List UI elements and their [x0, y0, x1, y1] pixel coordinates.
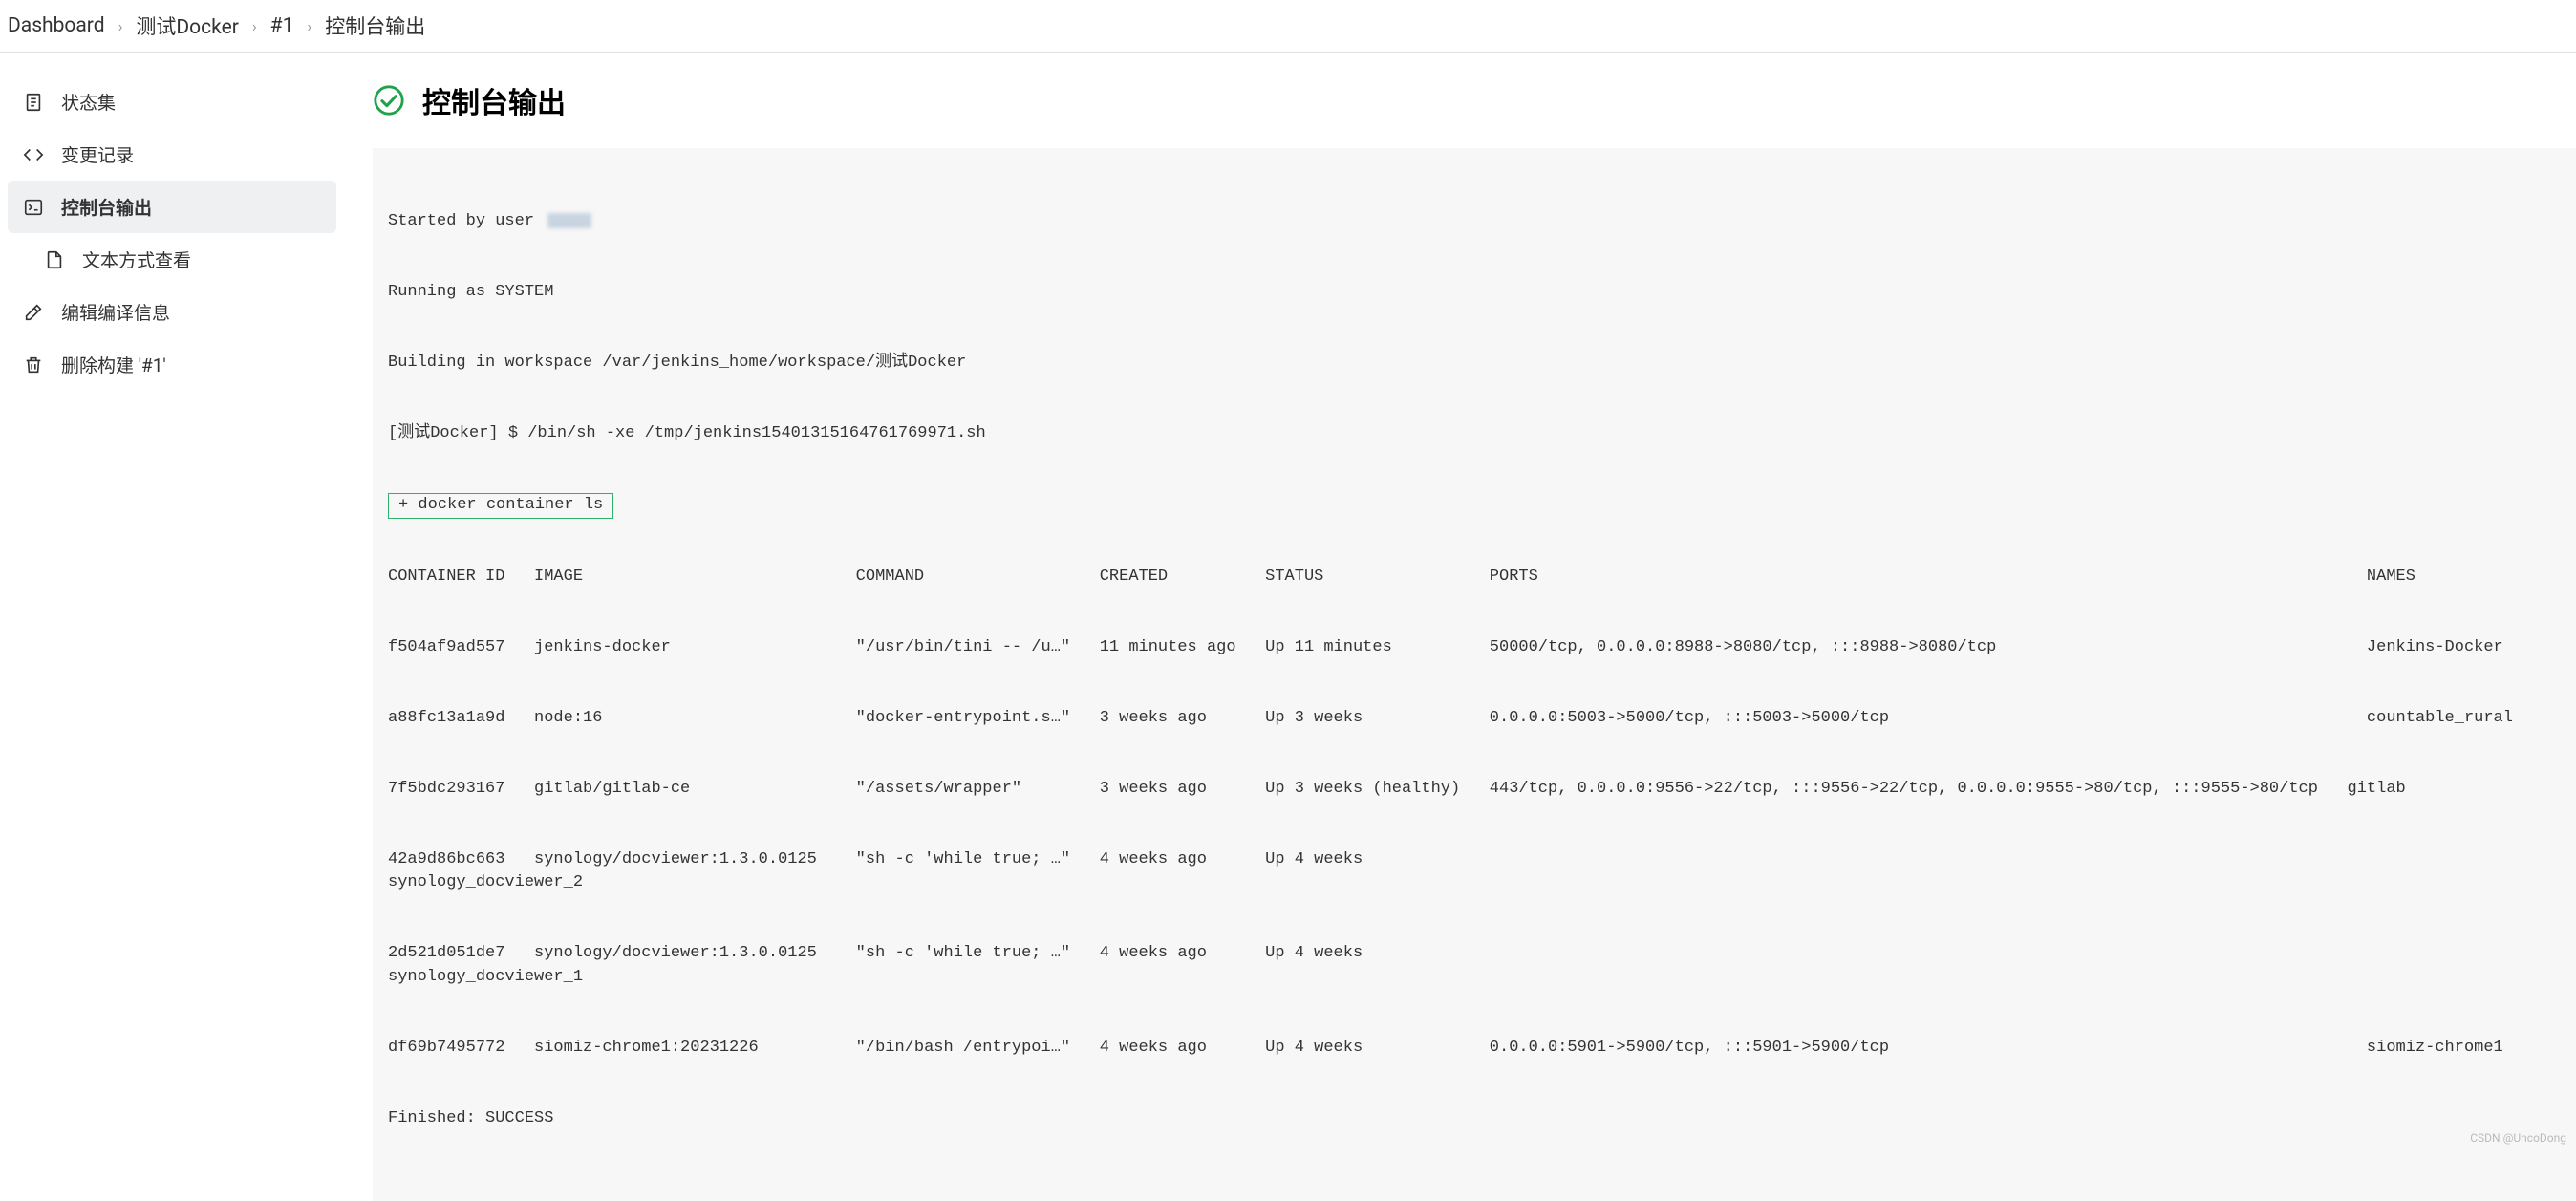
- console-line-container: a88fc13a1a9d node:16 "docker-entrypoint.…: [388, 707, 2561, 731]
- highlighted-command: + docker container ls: [388, 493, 613, 519]
- sidebar-item-changes[interactable]: 变更记录: [8, 128, 336, 181]
- console-line-started: Started by user: [388, 210, 2561, 234]
- trash-icon: [23, 354, 44, 375]
- sidebar-item-console[interactable]: 控制台输出: [8, 181, 336, 233]
- sidebar-item-label: 删除构建 '#1': [61, 352, 166, 377]
- terminal-icon: [23, 197, 44, 218]
- success-check-icon: [373, 84, 405, 117]
- console-output: Started by user Running as SYSTEM Buildi…: [373, 148, 2576, 1201]
- chevron-right-icon: ›: [307, 17, 311, 35]
- breadcrumb-dashboard[interactable]: Dashboard: [8, 14, 105, 37]
- console-line-header: CONTAINER ID IMAGE COMMAND CREATED STATU…: [388, 566, 2561, 590]
- console-line-finished: Finished: SUCCESS: [388, 1107, 2561, 1131]
- main-content: 控制台输出 Started by user Running as SYSTEM …: [344, 53, 2576, 1201]
- console-line: Running as SYSTEM: [388, 281, 2561, 305]
- console-line-container: 42a9d86bc663 synology/docviewer:1.3.0.01…: [388, 848, 2561, 895]
- chevron-right-icon: ›: [252, 17, 257, 35]
- document-icon: [23, 92, 44, 113]
- sidebar-item-status[interactable]: 状态集: [8, 75, 336, 128]
- breadcrumb: Dashboard › 测试Docker › #1 › 控制台输出: [0, 0, 2576, 53]
- console-line-command: + docker container ls: [388, 493, 2561, 519]
- breadcrumb-build[interactable]: #1: [270, 14, 294, 37]
- console-line: [测试Docker] $ /bin/sh -xe /tmp/jenkins154…: [388, 422, 2561, 446]
- page-title: 控制台输出: [422, 79, 566, 121]
- console-line-container: 2d521d051de7 synology/docviewer:1.3.0.01…: [388, 942, 2561, 989]
- sidebar: 状态集 变更记录 控制台输出 文本方式查看 编辑编译信息: [0, 53, 344, 1201]
- sidebar-item-edit-build-info[interactable]: 编辑编译信息: [8, 286, 336, 338]
- edit-icon: [23, 302, 44, 323]
- sidebar-item-label: 编辑编译信息: [61, 299, 170, 325]
- chevron-right-icon: ›: [118, 17, 123, 35]
- sidebar-item-delete-build[interactable]: 删除构建 '#1': [8, 338, 336, 391]
- file-icon: [44, 249, 65, 270]
- sidebar-item-label: 控制台输出: [61, 194, 152, 220]
- console-line-container: f504af9ad557 jenkins-docker "/usr/bin/ti…: [388, 636, 2561, 660]
- page-header: 控制台输出: [373, 79, 2576, 121]
- watermark: CSDN @UncoDong: [2470, 1131, 2566, 1145]
- console-line: Building in workspace /var/jenkins_home/…: [388, 352, 2561, 375]
- sidebar-item-label: 文本方式查看: [82, 247, 191, 272]
- breadcrumb-project[interactable]: 测试Docker: [136, 11, 238, 40]
- sidebar-item-plaintext[interactable]: 文本方式查看: [8, 233, 336, 286]
- sidebar-item-label: 变更记录: [61, 141, 134, 167]
- breadcrumb-current: 控制台输出: [325, 11, 425, 40]
- sidebar-item-label: 状态集: [61, 89, 116, 115]
- console-line-container: df69b7495772 siomiz-chrome1:20231226 "/b…: [388, 1037, 2561, 1061]
- console-line-container: 7f5bdc293167 gitlab/gitlab-ce "/assets/w…: [388, 778, 2561, 802]
- user-name-blurred: [547, 213, 591, 228]
- code-icon: [23, 144, 44, 165]
